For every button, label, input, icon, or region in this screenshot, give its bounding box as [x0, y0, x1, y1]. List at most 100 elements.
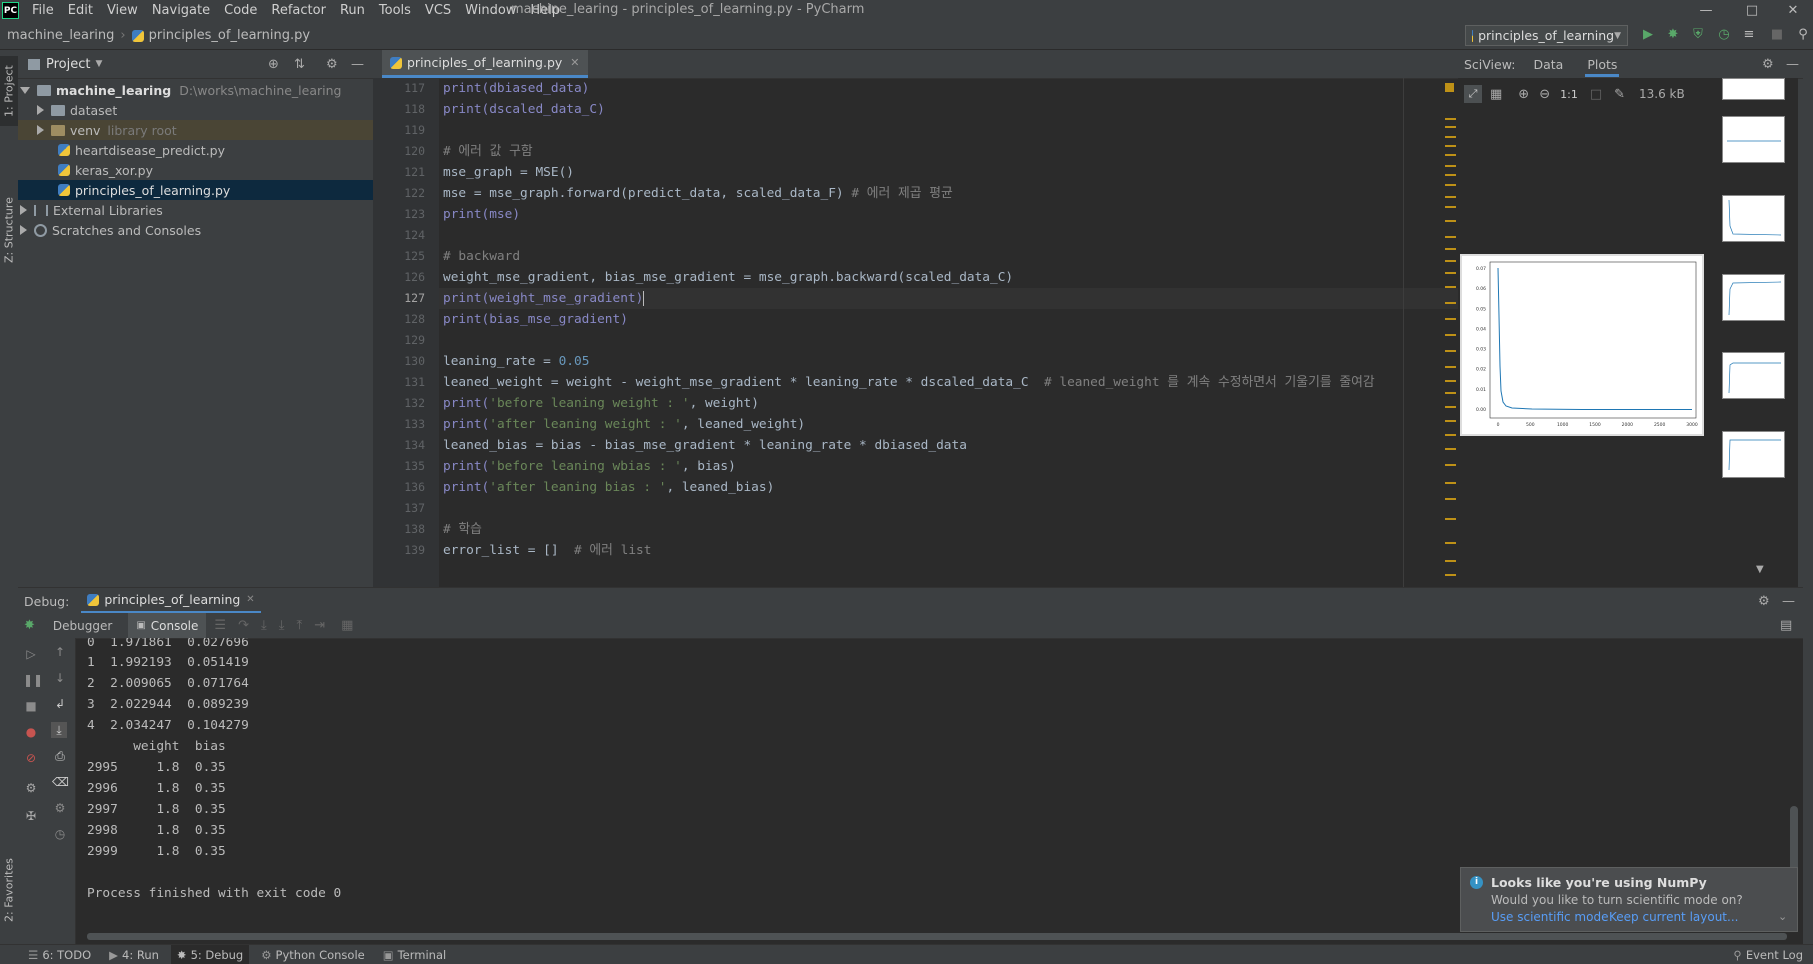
resume-icon[interactable]: ▷ — [23, 646, 39, 662]
gear-icon[interactable]: ⚙ — [1762, 57, 1774, 72]
tool-tab-python-console[interactable]: Python Console — [276, 948, 365, 962]
menu-refactor[interactable]: Refactor — [271, 3, 326, 18]
plot-thumbnail[interactable] — [1722, 195, 1785, 242]
layout-icon[interactable]: ▤ — [1780, 618, 1792, 633]
error-stripe-marker[interactable] — [1445, 286, 1456, 288]
menu-file[interactable]: File — [32, 3, 54, 18]
tool-tab-todo[interactable]: 6: TODO — [42, 948, 91, 962]
menu-view[interactable]: View — [107, 3, 138, 18]
view-breakpoints-icon[interactable]: ● — [23, 724, 39, 740]
error-stripe-marker[interactable] — [1445, 248, 1456, 250]
keep-current-layout-link[interactable]: Keep current layout... — [1609, 910, 1738, 924]
gear-icon[interactable]: ⚙ — [1758, 594, 1770, 609]
history-icon[interactable]: ◷ — [52, 826, 68, 842]
error-stripe-marker[interactable] — [1445, 174, 1456, 176]
pause-icon[interactable]: ❚❚ — [23, 672, 43, 688]
down-arrow-icon[interactable]: ↓ — [52, 670, 68, 686]
error-stripe-marker[interactable] — [1445, 560, 1456, 562]
error-stripe-marker[interactable] — [1445, 318, 1456, 320]
hide-panel-icon[interactable]: — — [1782, 594, 1795, 609]
error-stripe-marker[interactable] — [1445, 196, 1456, 198]
plot-thumbnail[interactable] — [1722, 431, 1785, 478]
use-scientific-mode-link[interactable]: Use scientific mode — [1491, 910, 1608, 924]
error-stripe-marker[interactable] — [1445, 136, 1456, 138]
hide-panel-icon[interactable]: — — [1786, 57, 1799, 72]
threads-icon[interactable]: ☰ — [214, 618, 226, 633]
soft-wrap-icon[interactable]: ↲ — [52, 696, 68, 712]
up-arrow-icon[interactable]: ↑ — [52, 644, 68, 660]
error-stripe-marker[interactable] — [1445, 464, 1456, 466]
error-stripe-marker[interactable] — [1445, 542, 1456, 544]
error-stripe-marker[interactable] — [1445, 448, 1456, 450]
tree-root[interactable]: machine_learing D:\works\machine_learing — [18, 80, 375, 100]
step-out-icon[interactable]: ⤒ — [296, 618, 302, 633]
tab-plots[interactable]: Plots — [1585, 52, 1620, 77]
plot-thumbnail[interactable] — [1722, 274, 1785, 321]
tree-item-file-selected[interactable]: principles_of_learning.py — [18, 180, 413, 200]
menu-run[interactable]: Run — [340, 3, 365, 18]
mute-breakpoints-icon[interactable]: ⊘ — [23, 750, 39, 766]
code-area[interactable]: print(dbiased_data) print(dscaled_data_C… — [373, 78, 1458, 587]
error-stripe-marker[interactable] — [1445, 406, 1456, 408]
maximize-button[interactable]: □ — [1732, 0, 1772, 21]
error-stripe-marker[interactable] — [1445, 206, 1456, 208]
hide-panel-icon[interactable]: — — [351, 57, 364, 72]
error-stripe-marker[interactable] — [1445, 498, 1456, 500]
menu-vcs[interactable]: VCS — [425, 3, 451, 18]
error-stripe-marker[interactable] — [1445, 165, 1456, 167]
search-everywhere-icon[interactable]: ⚲ — [1793, 25, 1813, 45]
minimize-button[interactable]: — — [1686, 0, 1726, 21]
error-stripe-marker[interactable] — [1445, 260, 1456, 262]
editor-tab-active[interactable]: principles_of_learning.py ✕ — [382, 50, 588, 78]
step-over-icon[interactable]: ↷ — [238, 618, 249, 633]
tree-item-file[interactable]: heartdisease_predict.py — [18, 140, 413, 160]
clear-all-icon[interactable]: ⌫ — [52, 774, 69, 790]
structure-tool-tab[interactable]: Z: Structure — [0, 190, 18, 270]
main-plot[interactable]: 0.07 0.06 0.05 0.04 0.03 0.02 0.01 0.00 0 500 100… — [1460, 254, 1704, 436]
stop-icon[interactable]: ■ — [23, 698, 39, 714]
error-stripe-marker[interactable] — [1445, 334, 1456, 336]
tab-console[interactable]: ▣ Console — [128, 613, 207, 638]
evaluate-expression-icon[interactable]: ▦ — [341, 618, 353, 633]
error-stripe-marker[interactable] — [1445, 350, 1456, 352]
error-stripe-marker[interactable] — [1445, 380, 1456, 382]
step-into-icon[interactable]: ⤓ — [261, 618, 267, 633]
error-stripe-marker[interactable] — [1445, 302, 1456, 304]
python-prompt-icon[interactable]: ⚙ — [52, 800, 68, 816]
tree-item-dataset[interactable]: dataset — [18, 100, 392, 120]
chevron-down-icon[interactable]: ▼ — [1756, 564, 1764, 575]
step-into-my-code-icon[interactable]: ⤓ — [279, 618, 285, 633]
run-configuration-select[interactable]: principles_of_learning ▼ — [1465, 25, 1628, 46]
menu-navigate[interactable]: Navigate — [152, 3, 210, 18]
background-icon[interactable]: □ — [1590, 87, 1602, 102]
tree-item-file[interactable]: keras_xor.py — [18, 160, 413, 180]
color-picker-icon[interactable]: ✎ — [1614, 87, 1625, 102]
stop-icon[interactable]: ■ — [1767, 25, 1787, 45]
error-stripe-marker[interactable] — [1445, 366, 1456, 368]
error-stripe-marker[interactable] — [1445, 126, 1456, 128]
tab-data[interactable]: Data — [1533, 57, 1563, 72]
breadcrumb-project[interactable]: machine_learing — [7, 28, 114, 43]
plot-thumbnail[interactable] — [1722, 78, 1785, 100]
tree-item-scratches[interactable]: Scratches and Consoles — [18, 220, 375, 240]
coverage-icon[interactable]: ⛨ — [1688, 25, 1708, 45]
plot-thumbnail[interactable] — [1722, 116, 1785, 163]
horizontal-scrollbar-thumb[interactable] — [87, 933, 1787, 940]
locate-icon[interactable]: ⊕ — [268, 57, 279, 72]
concurrency-icon[interactable]: ≡ — [1739, 25, 1759, 45]
close-tab-icon[interactable]: ✕ — [246, 594, 254, 605]
error-stripe-marker[interactable] — [1445, 574, 1456, 576]
error-stripe-marker[interactable] — [1445, 154, 1456, 156]
zoom-in-icon[interactable]: ⊕ — [1518, 87, 1529, 102]
tab-debugger[interactable]: Debugger — [53, 619, 112, 633]
collapse-all-icon[interactable]: ⇅ — [294, 57, 305, 72]
menu-window[interactable]: Window — [465, 3, 516, 18]
error-stripe-marker[interactable] — [1445, 118, 1456, 120]
chevron-down-icon[interactable]: ▼ — [95, 59, 102, 69]
error-stripe-marker[interactable] — [1445, 420, 1456, 422]
gear-icon[interactable]: ⚙ — [23, 780, 39, 796]
close-window-button[interactable]: ✕ — [1773, 0, 1813, 21]
profile-icon[interactable]: ◷ — [1714, 25, 1734, 45]
error-stripe-marker[interactable] — [1445, 184, 1456, 186]
run-to-cursor-icon[interactable]: ⇥ — [314, 618, 325, 633]
